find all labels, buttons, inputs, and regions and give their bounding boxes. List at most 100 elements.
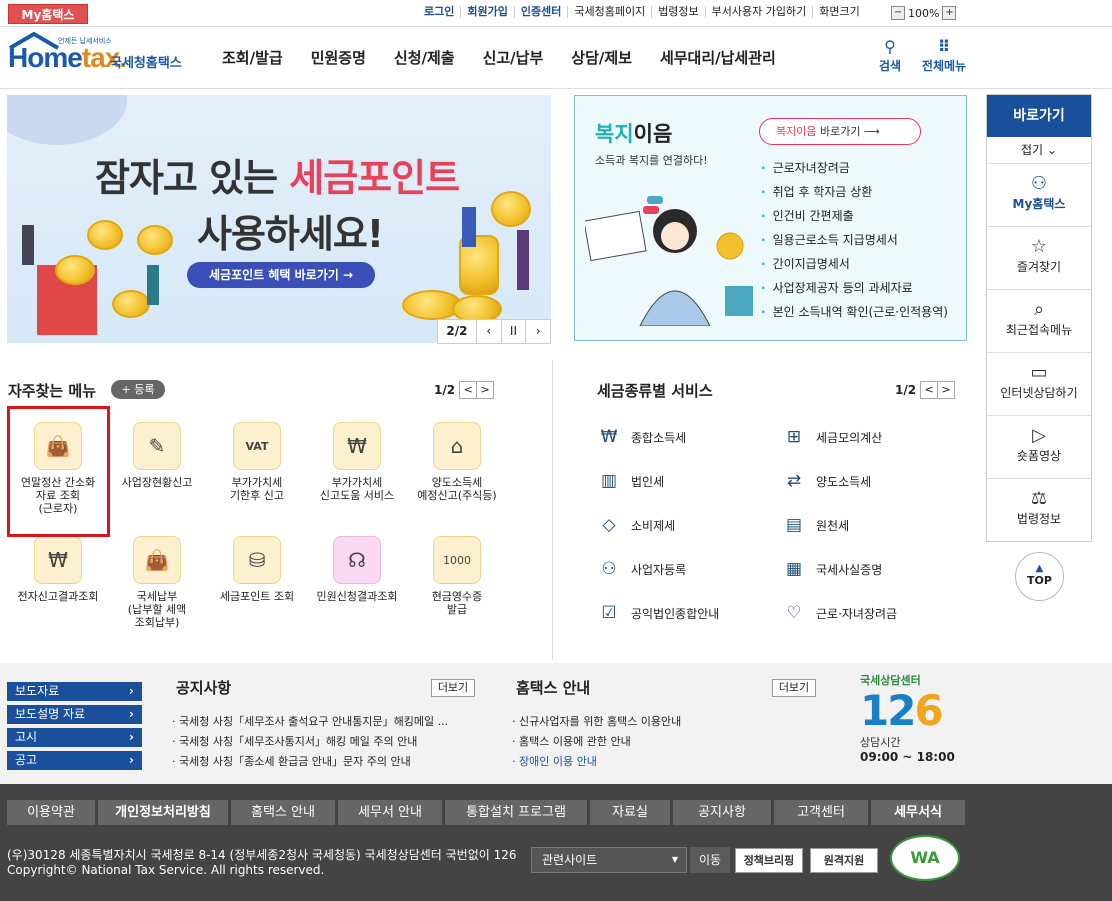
footer-library[interactable]: 자료실 bbox=[590, 800, 670, 825]
tax-fact-certificate[interactable]: ▦ 국세사실증명 bbox=[782, 557, 882, 581]
banner-pause-button[interactable]: II bbox=[500, 320, 526, 343]
remote-support-button[interactable]: 원격지원 bbox=[810, 848, 878, 873]
form-pen-icon: ✎ bbox=[133, 422, 181, 470]
tax-simulation[interactable]: ⊞ 세금모의계산 bbox=[782, 425, 882, 449]
tax-point-banner[interactable]: 잠자고 있는 세금포인트 사용하세요! bbox=[7, 95, 551, 343]
logo-subtitle: 국세청홈택스 bbox=[110, 56, 182, 71]
footer-hometax-guide[interactable]: 홈택스 안내 bbox=[231, 800, 335, 825]
quick-internet-consult[interactable]: ▭ 인터넷상담하기 bbox=[987, 353, 1091, 416]
zoom-out-button[interactable]: − bbox=[891, 6, 905, 20]
related-site-select[interactable]: 관련사이트 bbox=[531, 847, 687, 873]
quick-law-info[interactable]: ⚖ 법령정보 bbox=[987, 479, 1091, 542]
footer-customer-center[interactable]: 고객센터 bbox=[774, 800, 868, 825]
press-release-button[interactable]: 보도자료 bbox=[7, 682, 142, 701]
tax-corporate[interactable]: ▥ 법인세 bbox=[597, 469, 664, 493]
freq-capital-gains-report[interactable]: ⌂ 양도소득세 예정신고(주식등) bbox=[407, 422, 507, 502]
banner-next-button[interactable]: › bbox=[525, 320, 550, 343]
all-menu-label: 전체메뉴 bbox=[921, 59, 967, 73]
quick-my-hometax[interactable]: ⚇ My홈택스 bbox=[987, 164, 1091, 227]
freq-e-filing-result[interactable]: ₩ 전자신고결과조회 bbox=[8, 536, 108, 603]
notice-item[interactable]: 국세청 사칭「세무조사통지서」해킹 메일 주의 안내 bbox=[172, 732, 448, 752]
coin-icon bbox=[55, 255, 95, 285]
calculator-icon: ⊞ bbox=[786, 427, 802, 447]
quick-shortform-video[interactable]: ▷ 숏폼영상 bbox=[987, 416, 1091, 479]
tax-earned-child-credit[interactable]: ♡ 근로·자녀장려금 bbox=[782, 601, 897, 625]
notice-item[interactable]: 국세청 사칭「종소세 환급금 안내」문자 주의 안내 bbox=[172, 752, 448, 772]
welfare-item[interactable]: 인건비 간편제출 bbox=[761, 204, 948, 228]
notice-more-button[interactable]: 더보기 bbox=[431, 679, 475, 697]
cert-center-link[interactable]: 인증센터 bbox=[513, 6, 567, 18]
notification-button[interactable]: 고시 bbox=[7, 728, 142, 747]
law-info-link[interactable]: 법령정보 bbox=[651, 6, 704, 18]
tax-point-benefit-button[interactable]: 세금포인트 혜택 바로가기 → bbox=[187, 262, 375, 288]
hometax-guide-item[interactable]: 장애인 이용 안내 bbox=[512, 752, 681, 772]
policy-briefing-button[interactable]: 정책브리핑 bbox=[735, 848, 803, 873]
footer-notice[interactable]: 공지사항 bbox=[673, 800, 771, 825]
footer-tax-office-guide[interactable]: 세무서 안내 bbox=[338, 800, 442, 825]
login-link[interactable]: 로그인 bbox=[418, 6, 460, 18]
banner-headline-2: 사용하세요! bbox=[197, 212, 384, 256]
web-accessibility-mark: WA bbox=[890, 835, 960, 881]
frequent-prev-button[interactable]: < bbox=[459, 381, 478, 399]
footer-terms[interactable]: 이용약관 bbox=[7, 800, 95, 825]
welfare-item[interactable]: 취업 후 학자금 상환 bbox=[761, 180, 948, 204]
welfare-item[interactable]: 사업장제공자 등의 과세자료 bbox=[761, 276, 948, 300]
freq-civil-result-inquiry[interactable]: ☊ 민원신청결과조회 bbox=[307, 536, 407, 603]
tax-withholding[interactable]: ▤ 원천세 bbox=[782, 513, 849, 537]
nts-homepage-link[interactable]: 국세청홈페이지 bbox=[567, 6, 651, 18]
hometax-guide-item[interactable]: 신규사업자를 위한 홈택스 이용안내 bbox=[512, 712, 681, 732]
tax-capital-gains[interactable]: ⇄ 양도소득세 bbox=[782, 469, 871, 493]
all-menu-button[interactable]: ⠿ 전체메뉴 bbox=[918, 37, 970, 74]
banner-prev-button[interactable]: ‹ bbox=[475, 320, 501, 343]
building-icon: ▥ bbox=[600, 471, 618, 491]
coin-icon bbox=[112, 290, 150, 318]
welfare-item[interactable]: 일용근로소득 지급명세서 bbox=[761, 228, 948, 252]
signup-link[interactable]: 회원가입 bbox=[460, 6, 513, 18]
footer-privacy[interactable]: 개인정보처리방침 bbox=[98, 800, 228, 825]
freq-cash-receipt[interactable]: 1000 현금영수증 발급 bbox=[407, 536, 507, 616]
hometax-guide-item[interactable]: 홈택스 이용에 관한 안내 bbox=[512, 732, 681, 752]
freq-tax-point-inquiry[interactable]: ⛁ 세금포인트 조회 bbox=[207, 536, 307, 603]
hometax-logo[interactable]: 언제든 납세서비스 Hometax. 국세청홈택스 bbox=[8, 32, 188, 76]
nav-apply-submit[interactable]: 신청/제출 bbox=[394, 47, 455, 68]
quick-favorites[interactable]: ☆ 즐겨찾기 bbox=[987, 227, 1091, 290]
tax-comprehensive-income[interactable]: ₩ 종합소득세 bbox=[597, 425, 687, 449]
frequent-menu-add-button[interactable]: + 등록 bbox=[111, 380, 165, 399]
tax-public-corporation[interactable]: ☑ 공익법인종합안내 bbox=[597, 601, 719, 625]
related-site-go-button[interactable]: 이동 bbox=[690, 847, 730, 873]
footer-install-program[interactable]: 통합설치 프로그램 bbox=[445, 800, 587, 825]
nav-report-pay[interactable]: 신고/납부 bbox=[483, 47, 544, 68]
tax-business-registration[interactable]: ⚇ 사업자등록 bbox=[597, 557, 686, 581]
nav-inquiry-issue[interactable]: 조회/발급 bbox=[222, 47, 283, 68]
quick-fold-button[interactable]: 접기 ⌄ bbox=[987, 137, 1091, 164]
welfare-item[interactable]: 본인 소득내역 확인(근로·인적용역) bbox=[761, 300, 948, 324]
zoom-in-button[interactable]: + bbox=[942, 6, 957, 20]
welfare-item[interactable]: 근로자녀장려금 bbox=[761, 156, 948, 180]
frequent-next-button[interactable]: > bbox=[476, 381, 495, 399]
tax-consumption[interactable]: ◇ 소비제세 bbox=[597, 513, 675, 537]
welfare-item[interactable]: 간이지급명세서 bbox=[761, 252, 948, 276]
press-explanation-button[interactable]: 보도설명 자료 bbox=[7, 705, 142, 724]
freq-vat-help-service[interactable]: ₩ 부가가치세 신고도움 서비스 bbox=[307, 422, 407, 502]
hometax-guide-more-button[interactable]: 더보기 bbox=[772, 679, 816, 697]
welfare-shortcut-button[interactable]: 복지이음 바로가기 ⟶ bbox=[759, 118, 921, 145]
tax-next-button[interactable]: > bbox=[937, 381, 956, 399]
diamond-icon: ◇ bbox=[602, 515, 616, 535]
top-label: TOP bbox=[1027, 574, 1052, 587]
nav-civil-certificate[interactable]: 민원증명 bbox=[311, 47, 366, 68]
coin-icon bbox=[137, 225, 173, 255]
notice-item[interactable]: 국세청 사칭「세무조사 출석요구 안내통지문」해킹메일 ... bbox=[172, 712, 448, 732]
freq-tax-payment[interactable]: 👜 국세납부 (납부할 세액 조회납부) bbox=[107, 536, 207, 629]
announcement-button[interactable]: 공고 bbox=[7, 751, 142, 770]
header-search-button[interactable]: ⚲ 검색 bbox=[865, 37, 915, 74]
my-hometax-tab[interactable]: My홈택스 bbox=[8, 4, 88, 24]
scroll-top-button[interactable]: ▲ TOP bbox=[1015, 552, 1064, 601]
freq-business-status-report[interactable]: ✎ 사업장현황신고 bbox=[107, 422, 207, 489]
footer-tax-forms[interactable]: 세무서식 bbox=[871, 800, 965, 825]
freq-vat-late-report[interactable]: VAT 부가가치세 기한후 신고 bbox=[207, 422, 307, 502]
quick-recent-menu[interactable]: ⌕ 최근접속메뉴 bbox=[987, 290, 1091, 353]
nav-consult-report[interactable]: 상담/제보 bbox=[571, 47, 632, 68]
nav-tax-agent[interactable]: 세무대리/납세관리 bbox=[660, 47, 776, 68]
tax-prev-button[interactable]: < bbox=[920, 381, 939, 399]
dept-user-signup-link[interactable]: 부서사용자 가입하기 bbox=[704, 6, 813, 18]
